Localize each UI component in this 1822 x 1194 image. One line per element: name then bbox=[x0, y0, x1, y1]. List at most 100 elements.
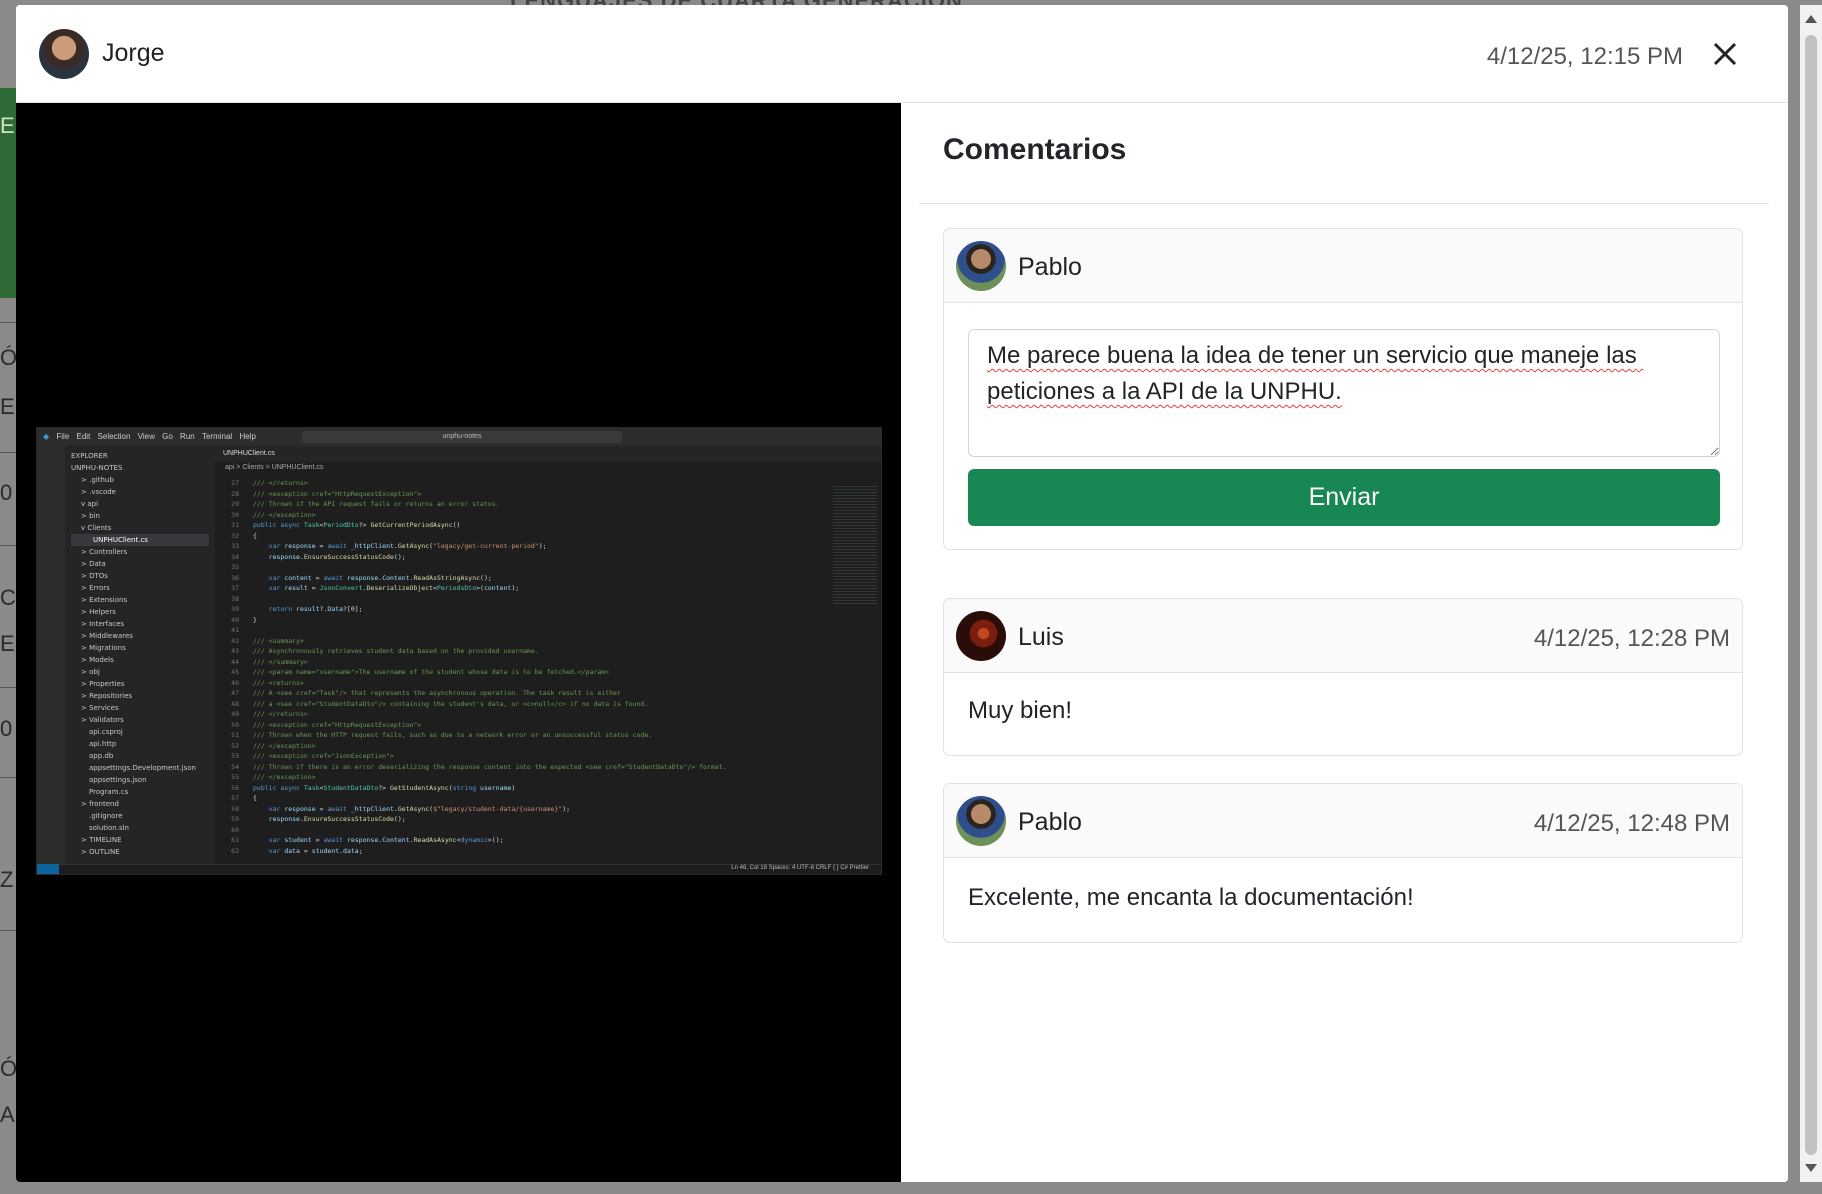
comment-timestamp: 4/12/25, 12:48 PM bbox=[1533, 810, 1730, 837]
background-text: A bbox=[0, 1102, 15, 1127]
comment-text: Excelente, me encanta la documentación! bbox=[968, 884, 1414, 911]
explorer-item: v api bbox=[81, 500, 99, 508]
explorer-item: > Interfaces bbox=[81, 620, 125, 628]
vscode-logo-icon: ◆ bbox=[43, 432, 50, 441]
background-text: E bbox=[0, 394, 15, 419]
avatar bbox=[39, 29, 89, 79]
explorer-item: > bin bbox=[81, 512, 100, 520]
explorer-item: app.db bbox=[89, 752, 114, 760]
background-divider bbox=[0, 777, 16, 778]
comment-author-name: Luis bbox=[1018, 623, 1064, 651]
explorer-item: > Data bbox=[81, 560, 106, 568]
page-scrollbar[interactable] bbox=[1800, 5, 1822, 1182]
post-timestamp: 4/12/25, 12:15 PM bbox=[1486, 43, 1683, 70]
compose-header: Pablo bbox=[944, 229, 1742, 303]
comment-card: Luis 4/12/25, 12:28 PM Muy bien! bbox=[943, 598, 1743, 756]
explorer-item: > .vscode bbox=[81, 488, 116, 496]
close-button[interactable] bbox=[1710, 39, 1740, 69]
explorer-item: appsettings.json bbox=[89, 776, 147, 784]
vscode-menu-item: File bbox=[56, 432, 70, 441]
comment-text: Muy bien! bbox=[968, 697, 1073, 724]
explorer-item: Program.cs bbox=[89, 788, 129, 796]
explorer-item: > Errors bbox=[81, 584, 110, 592]
vscode-tab: UNPHUClient.cs bbox=[215, 446, 881, 462]
explorer-item: > Helpers bbox=[81, 608, 116, 616]
background-divider bbox=[0, 452, 16, 453]
explorer-item: UNPHU-NOTES bbox=[71, 464, 123, 472]
vscode-activity-bar bbox=[37, 446, 65, 866]
scrollbar-thumb[interactable] bbox=[1805, 35, 1817, 1155]
background-text: 0 bbox=[0, 716, 13, 741]
vscode-search: unphu-notes bbox=[302, 431, 622, 443]
comment-compose-card: Pablo Enviar bbox=[943, 228, 1743, 550]
explorer-item: > Middlewares bbox=[81, 632, 133, 640]
vscode-menu-item: Help bbox=[239, 432, 256, 441]
explorer-item: > obj bbox=[81, 668, 100, 676]
comment-header: Luis 4/12/25, 12:28 PM bbox=[944, 599, 1742, 673]
explorer-item: > Controllers bbox=[81, 548, 128, 556]
explorer-item: > DTOs bbox=[81, 572, 108, 580]
avatar bbox=[956, 611, 1006, 661]
comment-header: Pablo 4/12/25, 12:48 PM bbox=[944, 784, 1742, 858]
explorer-item: appsettings.Development.json bbox=[89, 764, 196, 772]
explorer-header: EXPLORER bbox=[71, 452, 108, 460]
send-button[interactable]: Enviar bbox=[968, 469, 1720, 526]
vscode-editor: UNPHUClient.cs api > Clients > UNPHUClie… bbox=[215, 446, 881, 866]
comments-pane: Comentarios Pablo Enviar Luis 4/12/25, 1… bbox=[901, 103, 1788, 1182]
explorer-item: > Validators bbox=[81, 716, 124, 724]
comment-input[interactable] bbox=[968, 329, 1720, 457]
post-author-name: Jorge bbox=[102, 39, 165, 67]
vscode-remote-icon bbox=[37, 864, 59, 874]
explorer-item: > .github bbox=[81, 476, 114, 484]
vscode-titlebar: ◆ File Edit Selection View Go Run Termin… bbox=[37, 428, 881, 446]
explorer-item: > Repositories bbox=[81, 692, 133, 700]
explorer-item: api.csproj bbox=[89, 728, 123, 736]
vscode-menu-item: View bbox=[137, 432, 155, 441]
explorer-item: v Clients bbox=[81, 524, 112, 532]
close-icon bbox=[1713, 42, 1737, 66]
vscode-code: 27/// </returns> 28/// <exception cref="… bbox=[231, 479, 727, 855]
avatar bbox=[956, 796, 1006, 846]
explorer-item: > TIMELINE bbox=[81, 836, 122, 844]
scroll-up-icon[interactable] bbox=[1805, 15, 1817, 23]
explorer-item: > Extensions bbox=[81, 596, 128, 604]
post-image[interactable]: ◆ File Edit Selection View Go Run Termin… bbox=[36, 427, 882, 875]
explorer-item: > Properties bbox=[81, 680, 125, 688]
comment-card: Pablo 4/12/25, 12:48 PM Excelente, me en… bbox=[943, 783, 1743, 943]
vscode-menu-item: Terminal bbox=[201, 432, 233, 441]
vscode-menu-item: Edit bbox=[76, 432, 91, 441]
explorer-item: > Models bbox=[81, 656, 114, 664]
post-modal: Jorge 4/12/25, 12:15 PM ◆ File Edit Sele… bbox=[16, 5, 1788, 1182]
background-divider bbox=[0, 687, 16, 688]
explorer-item: solution.sln bbox=[89, 824, 129, 832]
comments-title: Comentarios bbox=[943, 133, 1127, 166]
vscode-minimap bbox=[833, 486, 877, 606]
background-divider bbox=[0, 930, 16, 931]
comment-timestamp: 4/12/25, 12:28 PM bbox=[1533, 625, 1730, 652]
explorer-item: > frontend bbox=[81, 800, 119, 808]
background-divider bbox=[0, 545, 16, 546]
scroll-down-icon[interactable] bbox=[1805, 1164, 1817, 1172]
vscode-menu-item: Run bbox=[180, 432, 195, 441]
avatar bbox=[956, 241, 1006, 291]
comments-divider bbox=[919, 203, 1769, 204]
background-text: E bbox=[0, 631, 15, 656]
vscode-status-text: Ln 46, Col 18 Spaces: 4 UTF-8 CRLF { } C… bbox=[731, 865, 869, 871]
explorer-item: > Services bbox=[81, 704, 119, 712]
background-text: 0 bbox=[0, 480, 13, 505]
vscode-explorer: EXPLORER UNPHU-NOTES > .github > .vscode v … bbox=[65, 446, 215, 866]
explorer-item: > OUTLINE bbox=[81, 848, 120, 856]
explorer-list: UNPHU-NOTES > .github > .vscode v api > bin v… bbox=[71, 462, 209, 858]
background-divider bbox=[0, 322, 16, 323]
vscode-menu-item: Selection bbox=[97, 432, 131, 441]
explorer-item: .gitignore bbox=[89, 812, 123, 820]
explorer-item: UNPHUClient.cs bbox=[71, 534, 209, 546]
compose-author-name: Pablo bbox=[1018, 253, 1082, 281]
vscode-statusbar: Ln 46, Col 18 Spaces: 4 UTF-8 CRLF { } C… bbox=[37, 864, 881, 874]
vscode-breadcrumb: api > Clients > UNPHUClient.cs bbox=[225, 464, 324, 471]
explorer-item: api.http bbox=[89, 740, 117, 748]
post-image-pane: ◆ File Edit Selection View Go Run Termin… bbox=[16, 103, 901, 1182]
background-text: C bbox=[0, 585, 16, 610]
explorer-item: > Migrations bbox=[81, 644, 126, 652]
modal-header: Jorge 4/12/25, 12:15 PM bbox=[16, 5, 1788, 103]
